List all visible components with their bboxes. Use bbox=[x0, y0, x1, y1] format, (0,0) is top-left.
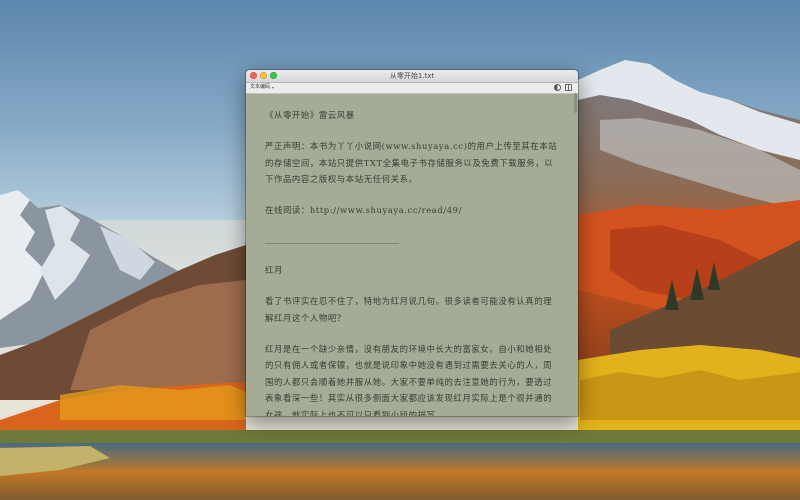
text-reader-window: 从零开始1.txt 文本编码 ▾ 《从零开始》雷云风暴 严正声明：本书为丫丫小说… bbox=[246, 70, 578, 416]
book-title: 《从零开始》雷云风暴 bbox=[265, 110, 355, 120]
contrast-icon[interactable] bbox=[554, 84, 561, 91]
toolbar-icons bbox=[554, 84, 572, 91]
paragraph: 看了书评实在忍不住了，特地为红月说几句。很多读者可能没有认真的理解红月这个人物吧… bbox=[265, 296, 553, 323]
window-title: 从零开始1.txt bbox=[389, 72, 435, 80]
online-reading-link: 在线阅读：http://www.shuyaya.cc/read/49/ bbox=[265, 205, 463, 215]
encoding-select-label: 文本编码 bbox=[250, 84, 271, 90]
document-text[interactable]: 《从零开始》雷云风暴 严正声明：本书为丫丫小说网(www.shuyaya.cc)… bbox=[246, 93, 578, 416]
paragraph: 红月是在一个缺少亲情，没有朋友的环境中长大的富家女。自小和她相处的只有佣人或者保… bbox=[265, 343, 553, 417]
separator-line: ________________________________ bbox=[265, 234, 399, 244]
copyright-notice: 严正声明：本书为丫丫小说网(www.shuyaya.cc)的用户上传至其在本站的… bbox=[265, 141, 558, 184]
section-heading: 红月 bbox=[265, 265, 283, 275]
encoding-select[interactable]: 文本编码 ▾ bbox=[248, 84, 276, 91]
title-bar[interactable]: 从零开始1.txt bbox=[246, 70, 578, 83]
chevron-down-icon: ▾ bbox=[272, 85, 275, 90]
sidebar-icon[interactable] bbox=[565, 84, 572, 91]
